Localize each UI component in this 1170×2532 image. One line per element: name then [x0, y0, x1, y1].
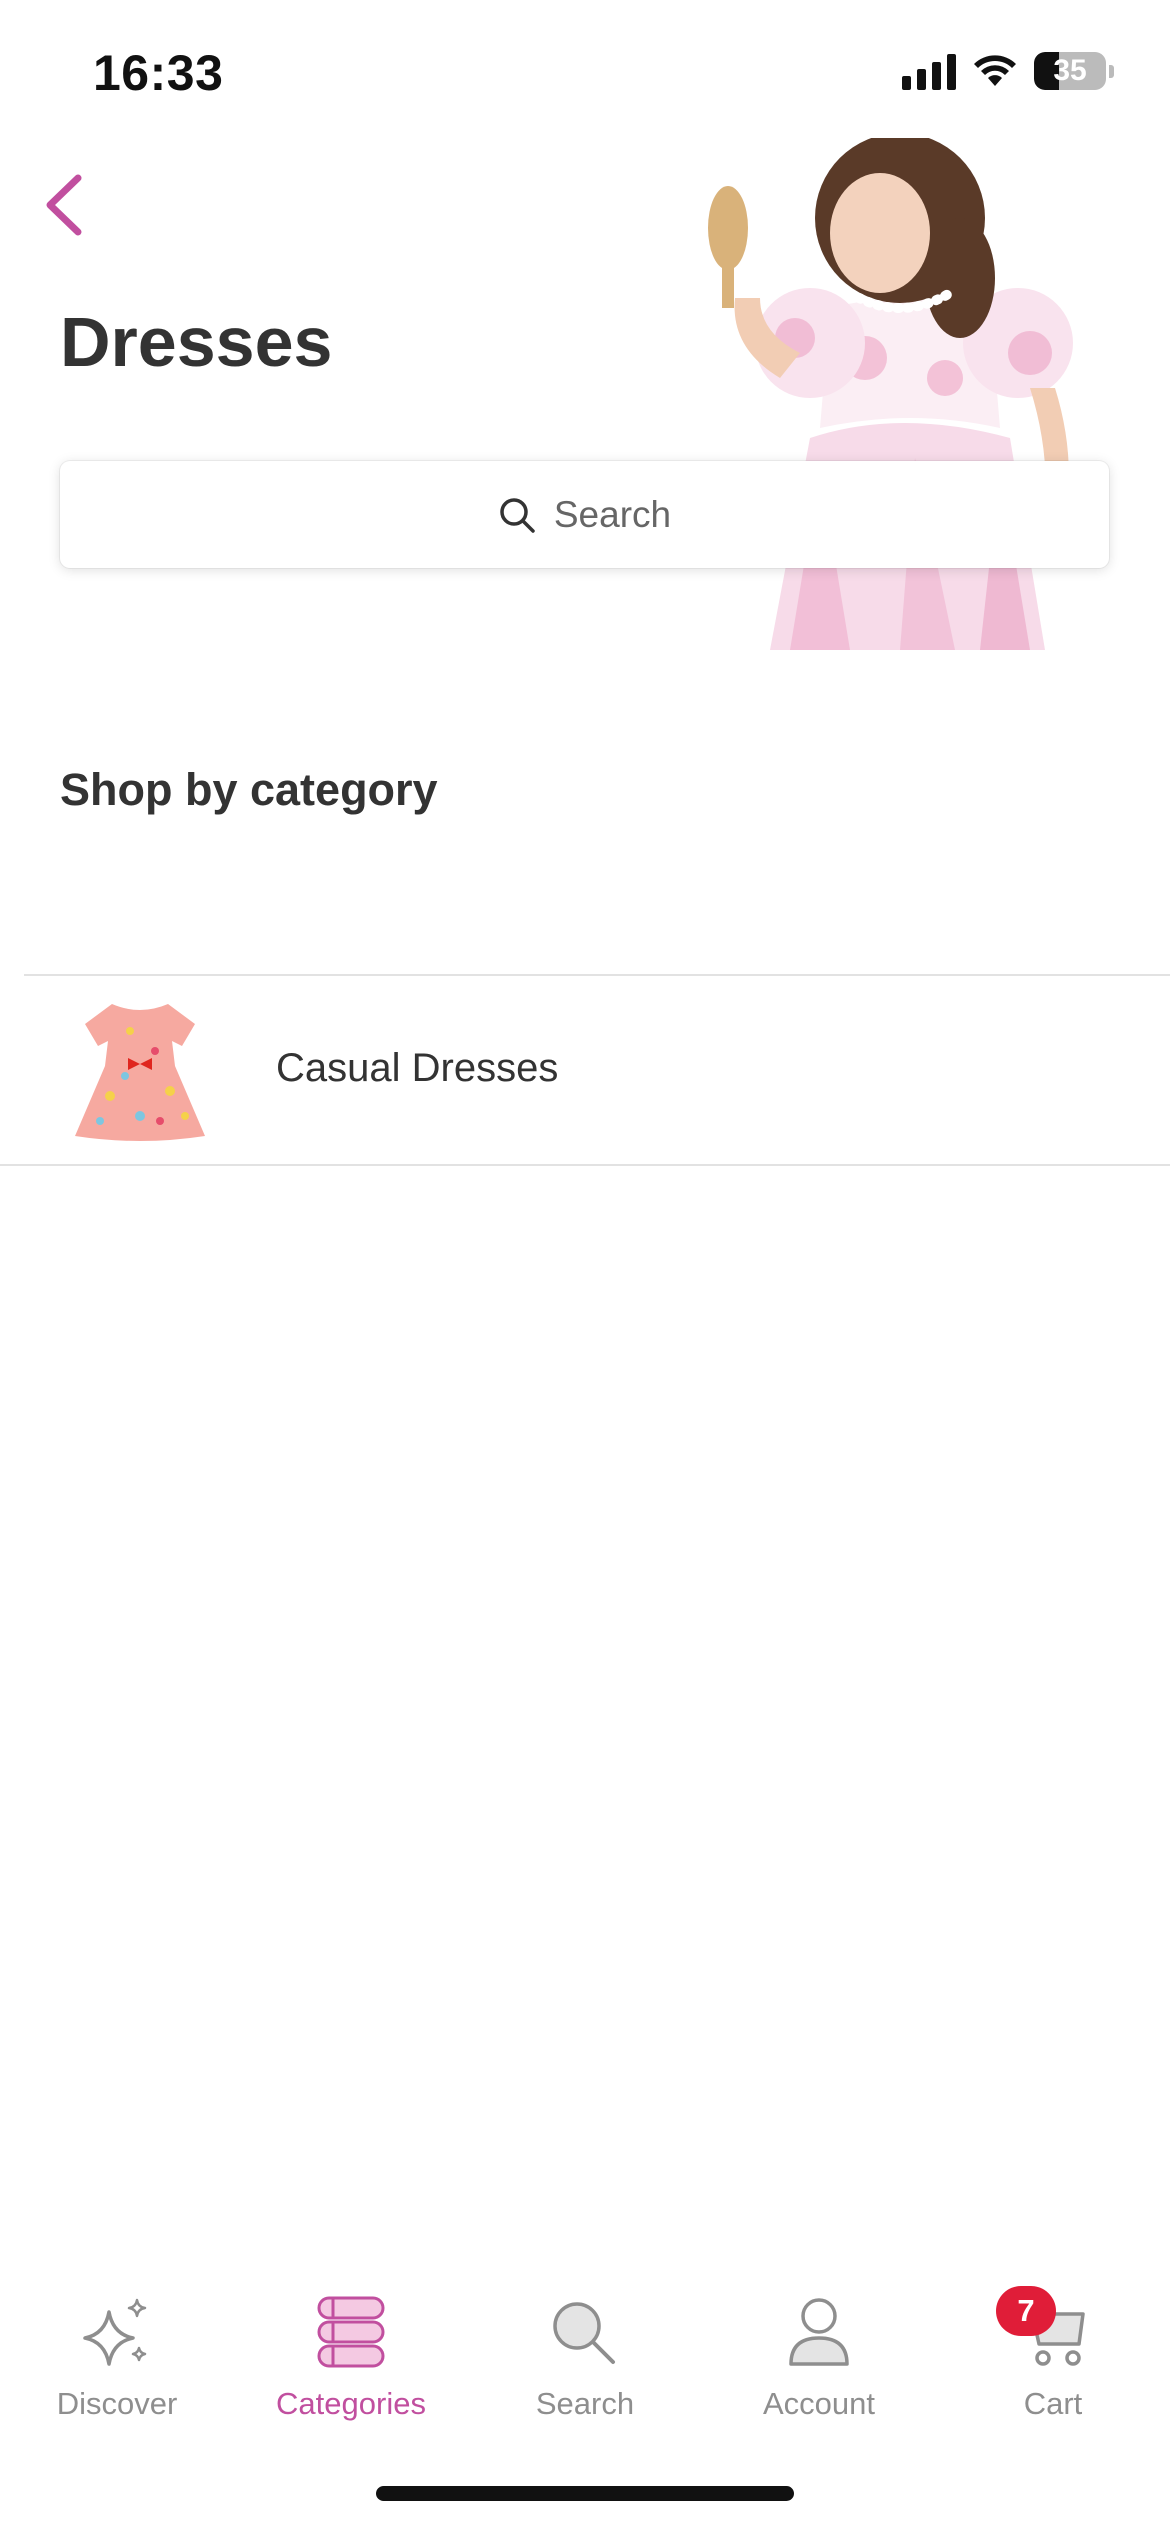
tab-cart[interactable]: Cart — [936, 2270, 1170, 2430]
tab-label: Discover — [56, 2386, 178, 2421]
tab-search[interactable]: Search — [468, 2270, 702, 2430]
account-icon — [789, 2298, 849, 2366]
casual-dress-thumbnail — [75, 1004, 205, 1141]
status-time: 16:33 — [93, 45, 224, 101]
tab-label: Search — [535, 2386, 635, 2421]
tab-label: Account — [762, 2386, 875, 2421]
status-icons: 35 — [902, 52, 1114, 90]
battery-icon: 35 — [1034, 52, 1106, 90]
tab-categories[interactable]: Categories — [234, 2270, 468, 2430]
tab-account[interactable]: Account — [702, 2270, 936, 2430]
divider — [0, 1164, 1170, 1166]
cart-badge: 7 — [996, 2286, 1056, 2336]
search-icon — [500, 497, 535, 533]
battery-cap — [1109, 64, 1114, 78]
cellular-signal-icon — [902, 52, 956, 90]
screen: 16:33 35 Dresses Search Shop by category… — [0, 0, 1170, 2532]
tab-discover[interactable]: Discover — [0, 2270, 234, 2430]
page-title: Dresses — [60, 303, 333, 381]
chevron-left-icon — [46, 174, 82, 236]
search-placeholder: Search — [553, 493, 672, 535]
category-label: Casual Dresses — [276, 1046, 559, 1090]
sparkle-icon — [83, 2298, 147, 2366]
tab-label: Categories — [276, 2386, 426, 2421]
tab-label: Cart — [1023, 2386, 1083, 2421]
hero-girl-image — [708, 138, 1073, 650]
wifi-icon — [974, 55, 1016, 86]
back-button[interactable] — [40, 170, 90, 240]
category-item-casual-dresses[interactable]: Casual Dresses — [0, 976, 1170, 1164]
categories-icon — [317, 2296, 385, 2368]
battery-indicator: 35 — [1034, 52, 1114, 90]
search-icon — [553, 2302, 615, 2364]
search-input[interactable]: Search — [60, 461, 1109, 568]
section-title: Shop by category — [60, 764, 438, 815]
status-bar: 16:33 35 — [0, 0, 1170, 140]
tab-bar: Discover Categories Search Account Cart — [0, 2270, 1170, 2430]
battery-percent: 35 — [1053, 54, 1087, 87]
home-indicator — [376, 2486, 794, 2501]
